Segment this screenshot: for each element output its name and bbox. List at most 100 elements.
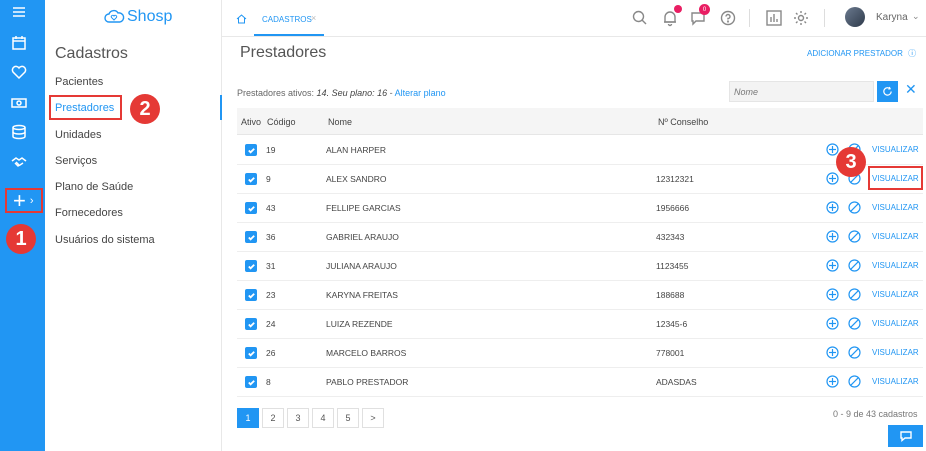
table-row[interactable]: 23 KARYNA FREITAS 188688 VISUALIZAR: [237, 281, 923, 310]
clear-search-icon[interactable]: ✕: [905, 81, 917, 98]
schedule-icon[interactable]: [826, 346, 839, 359]
active-checkbox[interactable]: [245, 202, 257, 214]
page-button-1[interactable]: 1: [237, 408, 259, 428]
cell-nome: MARCELO BARROS: [326, 348, 407, 358]
visualizar-link[interactable]: VISUALIZAR: [872, 348, 919, 357]
block-icon[interactable]: [848, 230, 861, 243]
support-chat-button[interactable]: [888, 425, 923, 447]
schedule-icon[interactable]: [826, 259, 839, 272]
calendar-icon[interactable]: [10, 34, 28, 52]
visualizar-link[interactable]: VISUALIZAR: [872, 319, 919, 328]
chevron-down-icon[interactable]: ⌄: [912, 11, 920, 22]
col-conselho[interactable]: Nº Conselho: [658, 117, 708, 127]
plus-icon: +: [13, 187, 26, 213]
cell-codigo: 9: [266, 174, 271, 184]
active-checkbox[interactable]: [245, 173, 257, 185]
cell-codigo: 23: [266, 290, 276, 300]
active-checkbox[interactable]: [245, 260, 257, 272]
visualizar-link[interactable]: VISUALIZAR: [872, 261, 919, 270]
submenu-item-fornecedores[interactable]: Fornecedores: [55, 207, 123, 219]
block-icon[interactable]: [848, 346, 861, 359]
active-checkbox[interactable]: [245, 231, 257, 243]
col-codigo[interactable]: Código: [267, 117, 296, 127]
add-new-button[interactable]: + ›: [5, 188, 43, 213]
home-icon[interactable]: [236, 14, 247, 24]
logo[interactable]: Shosp: [103, 6, 172, 28]
search-icon[interactable]: [631, 9, 649, 27]
user-name[interactable]: Karyna: [876, 12, 908, 23]
table-row[interactable]: 26 MARCELO BARROS 778001 VISUALIZAR: [237, 339, 923, 368]
tab-cadastros[interactable]: CADASTROS: [262, 15, 312, 24]
menu-icon[interactable]: [10, 3, 28, 21]
submenu-item-pacientes[interactable]: Pacientes: [55, 76, 103, 88]
search-input[interactable]: Nome: [729, 81, 874, 102]
highlight-box: [868, 166, 923, 190]
refresh-button[interactable]: [877, 81, 898, 102]
submenu-item-servicos[interactable]: Serviços: [55, 155, 97, 167]
table-row[interactable]: 19 ALAN HARPER VISUALIZAR: [237, 136, 923, 165]
annotation-marker-1: 1: [6, 224, 36, 254]
visualizar-link[interactable]: VISUALIZAR: [872, 203, 919, 212]
chat-badge: 0: [699, 4, 710, 15]
money-icon[interactable]: [10, 94, 28, 112]
chat-bubble-icon: [899, 431, 912, 442]
cell-nome: KARYNA FREITAS: [326, 290, 398, 300]
page-button-4[interactable]: 4: [312, 408, 334, 428]
block-icon[interactable]: [848, 375, 861, 388]
table-header: Ativo Código Nome Nº Conselho: [237, 108, 923, 135]
active-checkbox[interactable]: [245, 144, 257, 156]
annotation-marker-3: 3: [836, 147, 866, 177]
database-icon[interactable]: [10, 123, 28, 141]
schedule-icon[interactable]: [826, 375, 839, 388]
page-button-3[interactable]: 3: [287, 408, 309, 428]
submenu-item-usuarios[interactable]: Usuários do sistema: [55, 234, 155, 246]
block-icon[interactable]: [848, 259, 861, 272]
help-icon[interactable]: [719, 9, 737, 27]
chart-icon[interactable]: [765, 9, 783, 27]
refresh-icon: [883, 86, 892, 96]
block-icon[interactable]: [848, 288, 861, 301]
table-row[interactable]: 24 LUIZA REZENDE 12345-6 VISUALIZAR: [237, 310, 923, 339]
schedule-icon[interactable]: [826, 288, 839, 301]
top-bar: CADASTROS × 0 Karyna ⌄: [222, 0, 926, 37]
cell-nome: JULIANA ARAUJO: [326, 261, 397, 271]
next-page-button[interactable]: >: [362, 408, 384, 428]
submenu-item-plano-de-saude[interactable]: Plano de Saúde: [55, 181, 133, 193]
change-plan-link[interactable]: Alterar plano: [395, 88, 446, 98]
active-checkbox[interactable]: [245, 376, 257, 388]
divider: [824, 9, 825, 27]
gear-icon[interactable]: [792, 9, 810, 27]
page-button-5[interactable]: 5: [337, 408, 359, 428]
col-nome[interactable]: Nome: [328, 117, 352, 127]
block-icon[interactable]: [848, 317, 861, 330]
schedule-icon[interactable]: [826, 230, 839, 243]
visualizar-link[interactable]: VISUALIZAR: [872, 232, 919, 241]
page-button-2[interactable]: 2: [262, 408, 284, 428]
cell-codigo: 26: [266, 348, 276, 358]
schedule-icon[interactable]: [826, 317, 839, 330]
heart-icon[interactable]: [10, 63, 28, 81]
active-checkbox[interactable]: [245, 289, 257, 301]
cell-nome: ALEX SANDRO: [326, 174, 387, 184]
table-row[interactable]: 8 PABLO PRESTADOR ADASDAS VISUALIZAR: [237, 368, 923, 397]
active-checkbox[interactable]: [245, 318, 257, 330]
submenu-item-unidades[interactable]: Unidades: [55, 129, 101, 141]
avatar[interactable]: [845, 7, 865, 27]
visualizar-link[interactable]: VISUALIZAR: [872, 290, 919, 299]
cell-nome: LUIZA REZENDE: [326, 319, 393, 329]
add-prestador-button[interactable]: ADICIONAR PRESTADOR ⓘ: [807, 48, 916, 59]
tab-close-icon[interactable]: ×: [311, 13, 316, 23]
table-row[interactable]: 31 JULIANA ARAUJO 1123455 VISUALIZAR: [237, 252, 923, 281]
active-checkbox[interactable]: [245, 347, 257, 359]
handshake-icon[interactable]: [10, 153, 28, 171]
schedule-icon[interactable]: [826, 201, 839, 214]
schedule-icon[interactable]: [826, 172, 839, 185]
col-ativo[interactable]: Ativo: [241, 117, 261, 127]
block-icon[interactable]: [848, 201, 861, 214]
table-row[interactable]: 9 ALEX SANDRO 12312321 VISUALIZAR: [237, 165, 923, 194]
table-row[interactable]: 36 GABRIEL ARAUJO 432343 VISUALIZAR: [237, 223, 923, 252]
table-row[interactable]: 43 FELLIPE GARCIAS 1956666 VISUALIZAR: [237, 194, 923, 223]
cell-conselho: 12312321: [656, 174, 694, 184]
visualizar-link[interactable]: VISUALIZAR: [872, 377, 919, 386]
visualizar-link[interactable]: VISUALIZAR: [872, 145, 919, 154]
